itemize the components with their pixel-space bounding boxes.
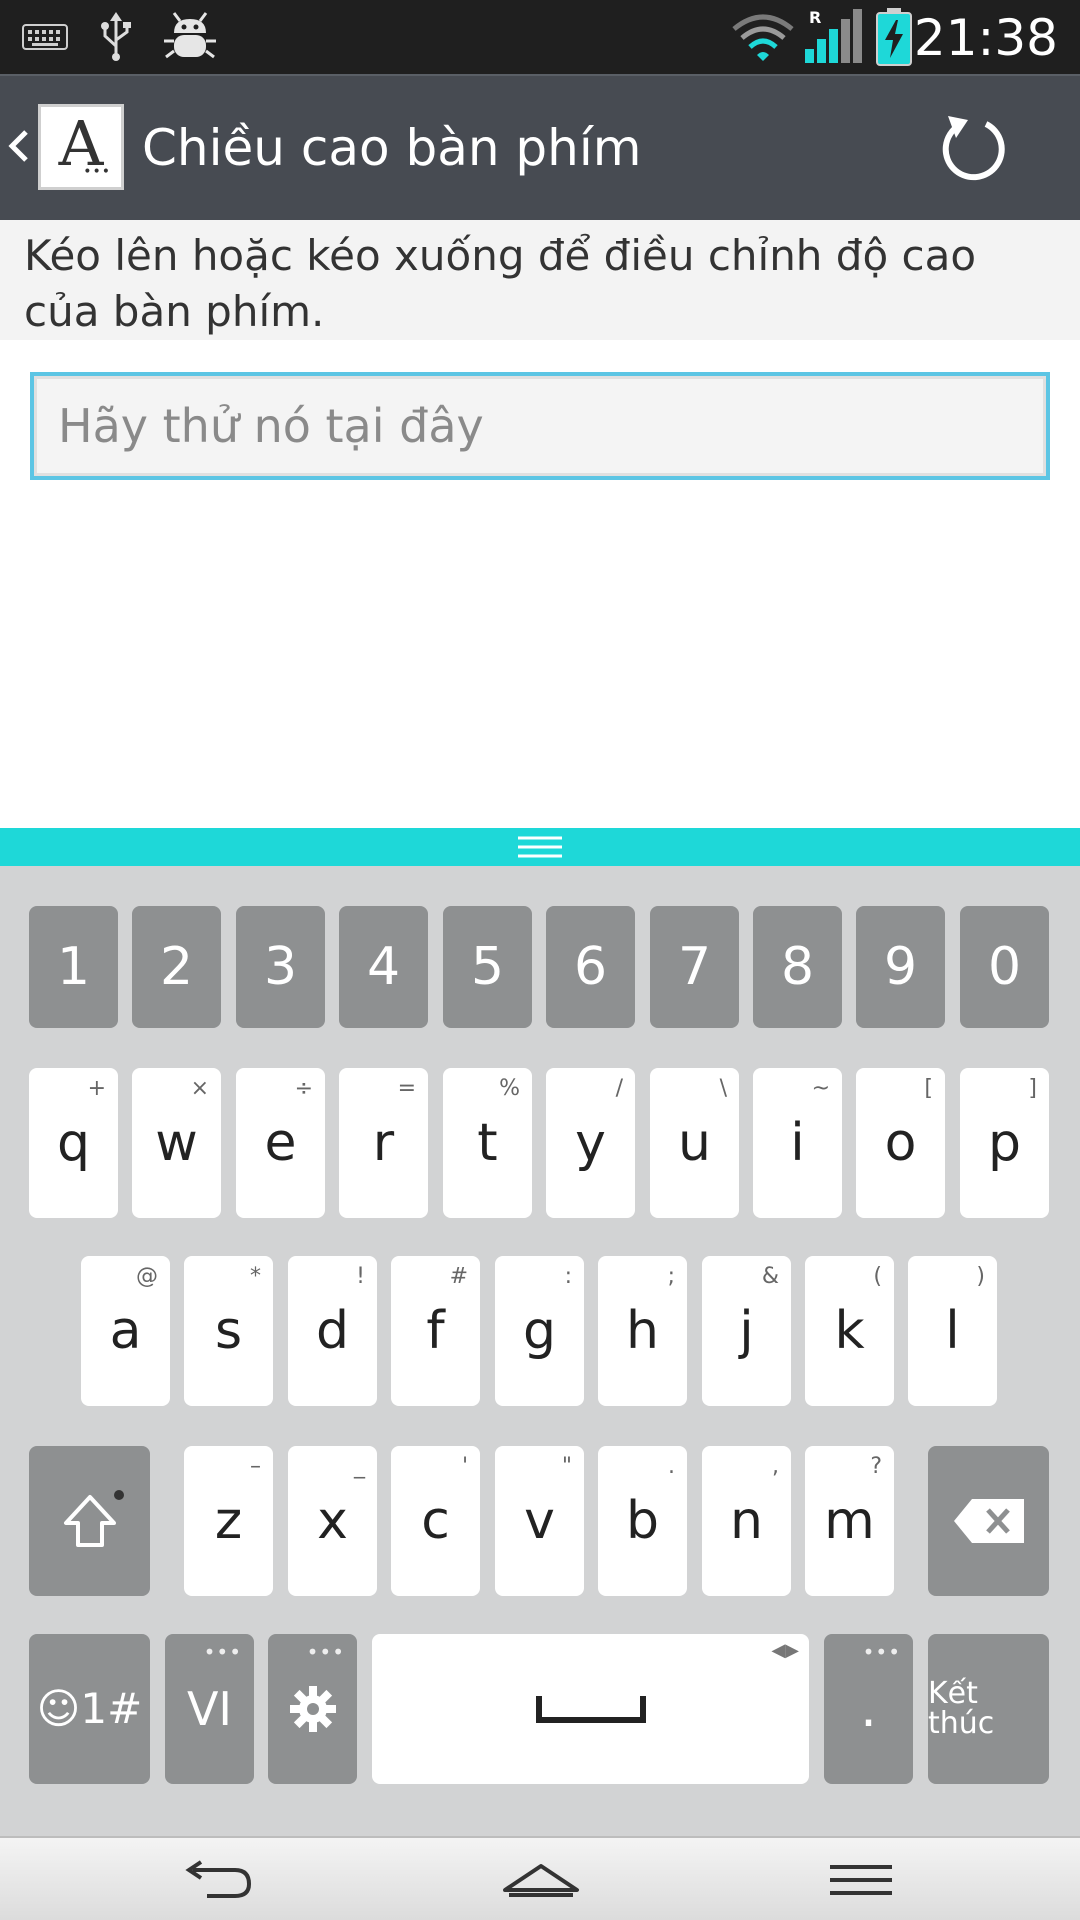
key-h[interactable]: ; h (598, 1256, 687, 1406)
key-4[interactable]: 4 (339, 906, 428, 1028)
key-b[interactable]: .b (598, 1446, 687, 1596)
key-j[interactable]: & j (702, 1256, 791, 1406)
shift-key[interactable] (29, 1446, 150, 1596)
key-o[interactable]: [o (856, 1068, 945, 1218)
action-bar: A ••• Chiều cao bàn phím (0, 74, 1080, 220)
key-t[interactable]: % t (443, 1068, 532, 1218)
key-y[interactable]: / y (546, 1068, 635, 1218)
key-6[interactable]: 6 (546, 906, 635, 1028)
key-k[interactable]: (k (805, 1256, 894, 1406)
period-key[interactable]: •••. (824, 1634, 913, 1784)
key-n[interactable]: ,n (702, 1446, 791, 1596)
reset-refresh-icon[interactable] (936, 110, 1010, 184)
menu-button[interactable] (816, 1852, 906, 1908)
key-i[interactable]: ~ i (753, 1068, 842, 1218)
key-3[interactable]: 3 (236, 906, 325, 1028)
status-bar: R 21:38 (0, 0, 1080, 74)
shift-indicator-dot (114, 1490, 124, 1500)
keyboard: 1 2 3 4 5 6 7 8 9 0 + q × w ÷ e = r % t / y \ u… (0, 866, 1080, 1836)
navigation-bar (0, 1836, 1080, 1920)
space-bar-icon (535, 1696, 646, 1723)
home-button[interactable] (496, 1852, 586, 1908)
language-key[interactable]: ••• VI (165, 1634, 254, 1784)
backspace-key[interactable] (928, 1446, 1049, 1596)
instruction-text: Kéo lên hoặc kéo xuống để điều chỉnh độ … (0, 220, 1080, 340)
key-c[interactable]: ' c (391, 1446, 480, 1596)
key-5[interactable]: 5 (443, 906, 532, 1028)
home-icon (503, 1864, 579, 1897)
roaming-signal-icon: R (800, 9, 866, 64)
settings-key[interactable]: ••• (268, 1634, 357, 1784)
key-m[interactable]: ? m (805, 1446, 894, 1596)
try-it-input[interactable] (30, 372, 1050, 480)
key-7[interactable]: 7 (650, 906, 739, 1028)
symbols-emoji-key[interactable]: ☺1# (29, 1634, 150, 1784)
keyboard-icon (20, 10, 70, 64)
cursor-arrows-icon: ◀▶ (771, 1640, 799, 1661)
gear-icon (289, 1686, 336, 1732)
key-8[interactable]: 8 (753, 906, 842, 1028)
key-9[interactable]: 9 (856, 906, 945, 1028)
more-dots-icon: ••• (306, 1640, 345, 1664)
key-p[interactable]: ] p (960, 1068, 1049, 1218)
key-x[interactable]: _ x (288, 1446, 377, 1596)
backspace-icon (953, 1499, 1024, 1543)
menu-icon (830, 1865, 892, 1895)
app-icon[interactable]: A ••• (38, 104, 124, 190)
clock: 21:38 (913, 9, 1058, 67)
key-v[interactable]: " v (495, 1446, 584, 1596)
key-e[interactable]: ÷ e (236, 1068, 325, 1218)
page-title: Chiều cao bàn phím (142, 119, 642, 177)
svg-text:R: R (809, 9, 821, 27)
battery-charging-icon (874, 8, 914, 66)
wifi-icon (728, 10, 798, 64)
key-z[interactable]: – z (184, 1446, 273, 1596)
debug-bug-icon (160, 10, 220, 64)
done-key[interactable]: Kết thúc (928, 1634, 1049, 1784)
key-0[interactable]: 0 (960, 906, 1049, 1028)
key-g[interactable]: :g (495, 1256, 584, 1406)
app-icon-dots: ••• (83, 164, 111, 180)
back-button[interactable] (172, 1852, 262, 1908)
key-d[interactable]: ! d (288, 1256, 377, 1406)
key-2[interactable]: 2 (132, 906, 221, 1028)
key-l[interactable]: ) l (908, 1256, 997, 1406)
key-w[interactable]: × w (132, 1068, 221, 1218)
back-chevron-icon[interactable] (6, 126, 30, 170)
back-arrow-icon (185, 1860, 252, 1898)
key-f[interactable]: # f (391, 1256, 480, 1406)
key-a[interactable]: @ a (81, 1256, 170, 1406)
drag-handle-icon (518, 836, 562, 858)
key-r[interactable]: = r (339, 1068, 428, 1218)
more-dots-icon: ••• (862, 1640, 901, 1664)
key-1[interactable]: 1 (29, 906, 118, 1028)
space-key[interactable]: ◀▶ (372, 1634, 809, 1784)
keyboard-resize-handle[interactable] (0, 828, 1080, 866)
key-u[interactable]: \ u (650, 1068, 739, 1218)
shift-icon (63, 1495, 116, 1547)
usb-icon (96, 10, 136, 64)
key-s[interactable]: * s (184, 1256, 273, 1406)
more-dots-icon: ••• (203, 1640, 242, 1664)
key-q[interactable]: + q (29, 1068, 118, 1218)
